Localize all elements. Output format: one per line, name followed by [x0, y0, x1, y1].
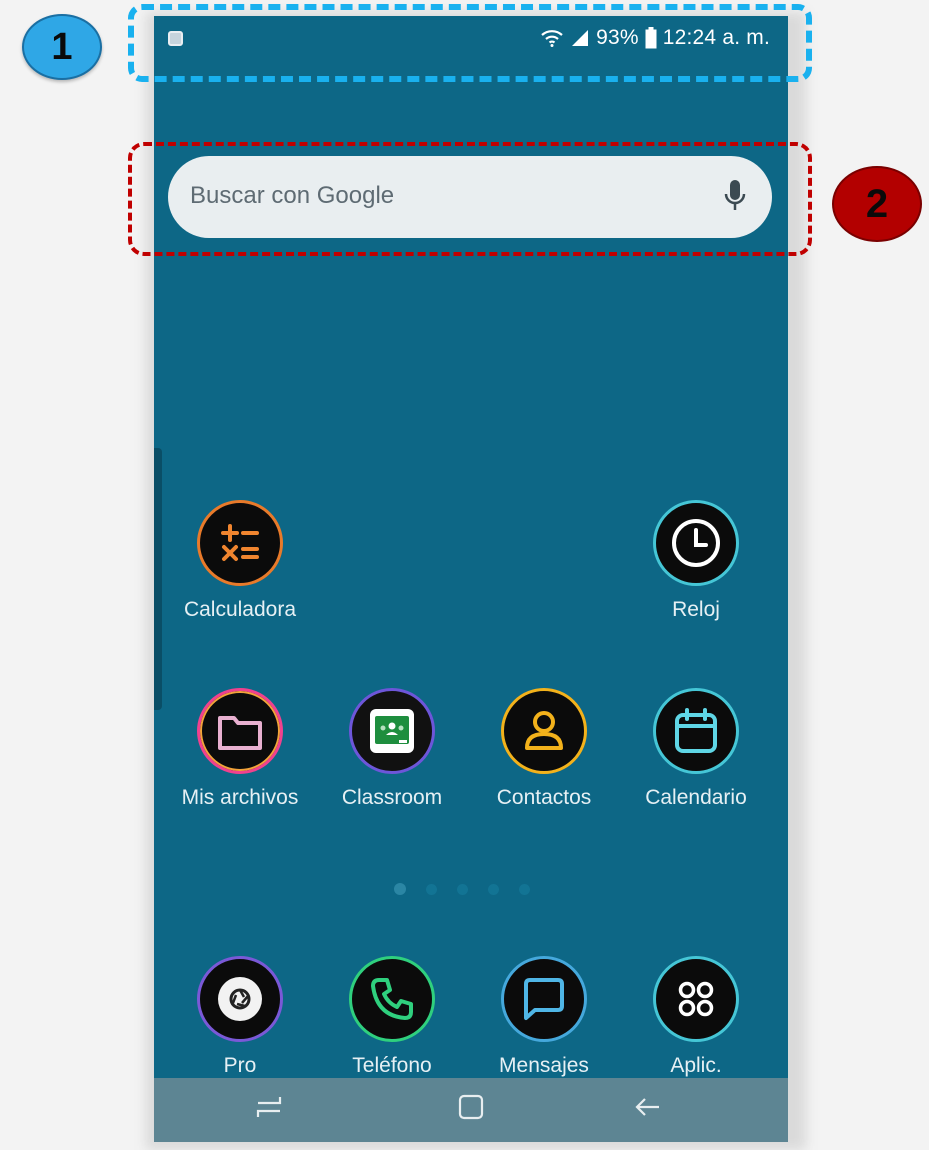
app-label: Teléfono	[352, 1054, 432, 1077]
app-classroom[interactable]: Classroom	[316, 688, 468, 810]
back-icon[interactable]	[632, 1092, 662, 1127]
app-label: Mis archivos	[181, 786, 299, 809]
app-label: Reloj	[672, 598, 720, 621]
annotation-marker-1: 1	[22, 14, 102, 80]
folder-icon	[197, 688, 283, 774]
calculator-icon	[197, 500, 283, 586]
app-mensajes[interactable]: Mensajes	[468, 956, 620, 1078]
home-icon[interactable]	[456, 1092, 486, 1127]
annotation-box-2	[128, 142, 812, 256]
app-label: Pro	[223, 1054, 257, 1077]
classroom-icon	[349, 688, 435, 774]
app-contactos[interactable]: Contactos	[468, 688, 620, 810]
page-indicator	[394, 883, 530, 895]
apps-grid-icon	[653, 956, 739, 1042]
calendar-icon	[653, 688, 739, 774]
app-label: Aplic.	[670, 1054, 722, 1077]
contact-icon	[501, 688, 587, 774]
navigation-bar	[154, 1078, 788, 1142]
app-mis-archivos[interactable]: Mis archivos	[164, 688, 316, 810]
message-icon	[501, 956, 587, 1042]
annotation-marker-2: 2	[832, 166, 922, 242]
app-telefono[interactable]: Teléfono	[316, 956, 468, 1078]
recents-icon[interactable]	[254, 1092, 284, 1127]
app-label: Calculadora	[183, 598, 297, 621]
app-calendario[interactable]: Calendario	[620, 688, 772, 810]
page-dot	[457, 883, 468, 895]
phone-icon	[349, 956, 435, 1042]
app-pro[interactable]: Pro	[164, 956, 316, 1078]
page-dot	[488, 883, 499, 895]
app-label: Mensajes	[499, 1054, 589, 1077]
annotation-marker-2-number: 2	[865, 181, 889, 226]
clock-icon	[653, 500, 739, 586]
app-reloj[interactable]: Reloj	[620, 500, 772, 622]
annotation-box-1	[128, 4, 812, 82]
page-dot	[394, 883, 406, 895]
app-calculadora[interactable]: Calculadora	[164, 500, 316, 622]
edge-panel-handle[interactable]	[154, 448, 162, 710]
app-aplicaciones[interactable]: Aplic.	[620, 956, 772, 1078]
app-label: Contactos	[496, 786, 592, 809]
app-label: Calendario	[645, 786, 747, 809]
camera-icon	[197, 956, 283, 1042]
app-label: Classroom	[341, 786, 443, 809]
annotation-marker-1-number: 1	[51, 25, 73, 68]
page-dot	[426, 883, 437, 895]
page-dot	[519, 883, 530, 895]
